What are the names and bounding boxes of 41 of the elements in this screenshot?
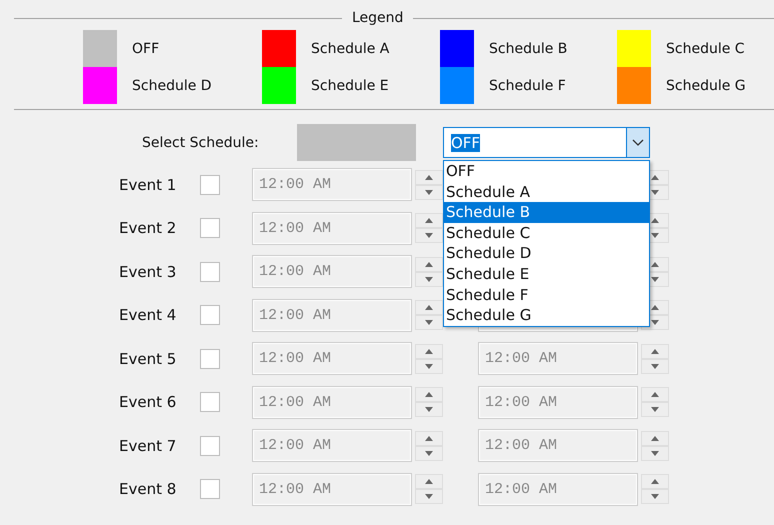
event-label: Event 6 bbox=[119, 393, 178, 412]
dropdown-option[interactable]: Schedule E bbox=[444, 264, 649, 285]
spinner-control[interactable] bbox=[415, 213, 443, 244]
dropdown-option[interactable]: Schedule A bbox=[444, 182, 649, 202]
dropdown-option[interactable]: Schedule F bbox=[444, 284, 649, 306]
spinner-control[interactable] bbox=[641, 387, 669, 418]
spinner-control[interactable] bbox=[415, 430, 443, 461]
legend-label: Schedule C bbox=[666, 40, 745, 56]
spinner-control[interactable] bbox=[415, 170, 443, 200]
spinner-control[interactable] bbox=[415, 474, 443, 504]
dropdown-option[interactable]: Schedule C bbox=[444, 222, 649, 244]
spinner-control[interactable] bbox=[415, 256, 443, 287]
event-label: Event 8 bbox=[119, 480, 178, 498]
dropdown-option[interactable]: Schedule D bbox=[444, 243, 649, 264]
legend-label: Schedule B bbox=[489, 40, 568, 56]
event-label: Event 4 bbox=[119, 306, 178, 324]
schedule-dropdown[interactable]: OFF bbox=[443, 127, 650, 158]
event-label: Event 3 bbox=[119, 262, 178, 281]
legend-label: Schedule F bbox=[489, 78, 566, 94]
spinner-control[interactable] bbox=[641, 344, 669, 374]
event-label: Event 2 bbox=[119, 219, 178, 238]
event-label: Event 1 bbox=[119, 176, 178, 194]
spinner-control[interactable] bbox=[641, 474, 669, 504]
event-label: Event 7 bbox=[119, 436, 178, 455]
legend-label: OFF bbox=[132, 40, 160, 56]
select-label: Select Schedule: bbox=[142, 134, 260, 150]
spinner-control[interactable] bbox=[415, 387, 443, 418]
spinner-control[interactable] bbox=[641, 430, 669, 461]
event-label: Event 5 bbox=[119, 350, 178, 368]
chevron-down-icon bbox=[632, 138, 644, 146]
spinner-control[interactable] bbox=[415, 344, 443, 374]
legend-label: Schedule G bbox=[666, 78, 746, 94]
legend-label: Schedule E bbox=[311, 78, 389, 94]
dropdown-option[interactable]: Schedule B bbox=[444, 202, 649, 223]
legend-label: Schedule A bbox=[311, 40, 390, 56]
legend-title: Legend bbox=[352, 10, 404, 26]
spinner-control[interactable] bbox=[415, 300, 443, 330]
legend-label: Schedule D bbox=[132, 78, 212, 94]
spinner-control[interactable] bbox=[641, 300, 669, 330]
dropdown-option[interactable]: Schedule G bbox=[444, 305, 649, 326]
dropdown-option[interactable]: OFF bbox=[444, 161, 649, 182]
